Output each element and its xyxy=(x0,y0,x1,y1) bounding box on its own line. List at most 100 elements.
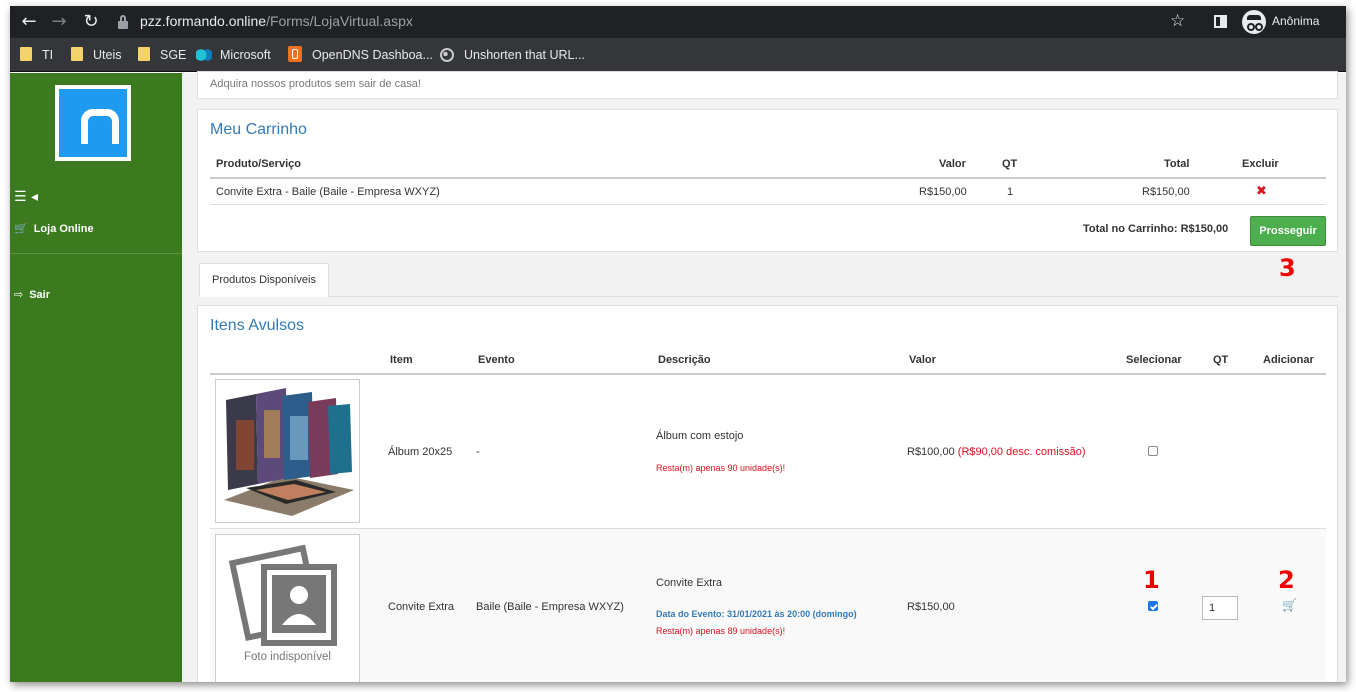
menu-collapse-icon[interactable]: ☰ ◂ xyxy=(14,189,38,205)
item-value: R$150,00 xyxy=(907,601,955,613)
bookmarks-bar: TI Uteis SGE Microsoft OpenDNS Dashboa..… xyxy=(10,38,1346,72)
item-price: R$100,00 xyxy=(907,446,955,458)
annotation-1: 1 xyxy=(1143,566,1160,594)
url-host: pzz.formando.online xyxy=(140,13,267,29)
cart-row-divider xyxy=(210,204,1326,205)
item-row-highlight xyxy=(210,529,1326,682)
lock-icon xyxy=(118,15,128,29)
item-description: Álbum com estojo xyxy=(656,430,744,442)
sidebar: ☰ ◂ 🛒 Loja Online ⇨ Sair xyxy=(10,73,182,682)
back-arrow-icon[interactable]: ← xyxy=(18,11,40,33)
annotation-2: 2 xyxy=(1278,566,1295,594)
globe-icon xyxy=(440,48,454,62)
browser-window: ← → ↻ pzz.formando.online/Forms/LojaVirt… xyxy=(10,6,1346,682)
forward-arrow-icon[interactable]: → xyxy=(48,11,70,33)
address-bar[interactable]: pzz.formando.online/Forms/LojaVirtual.as… xyxy=(110,9,1210,35)
tagline: Adquira nossos produtos sem sair de casa… xyxy=(210,78,421,90)
bookmark-label: OpenDNS Dashboa... xyxy=(312,48,433,62)
microsoft-icon xyxy=(196,49,212,61)
cart-row-value: R$150,00 xyxy=(919,186,967,198)
cart-total-label: Total no Carrinho: R$150,00 xyxy=(1083,223,1229,235)
tab-produtos-disponiveis[interactable]: Produtos Disponíveis xyxy=(199,263,329,297)
album-photo-image xyxy=(216,380,359,522)
sidebar-item-loja-online[interactable]: 🛒 Loja Online xyxy=(14,222,94,235)
sign-out-icon: ⇨ xyxy=(14,288,24,301)
select-checkbox[interactable] xyxy=(1148,601,1158,611)
incognito-icon[interactable] xyxy=(1242,10,1266,34)
cart-header-divider xyxy=(210,177,1326,179)
cart-panel: Meu Carrinho Produto/Serviço Valor QT To… xyxy=(197,109,1338,252)
items-header-divider xyxy=(210,373,1326,375)
item-name: Convite Extra xyxy=(388,601,455,613)
bookmark-star-icon[interactable]: ☆ xyxy=(1170,11,1185,31)
bookmark-sge[interactable]: SGE xyxy=(138,46,186,64)
bookmark-label: SGE xyxy=(160,48,187,62)
album-thumbnail xyxy=(215,379,360,523)
select-checkbox[interactable] xyxy=(1148,446,1158,456)
reload-icon[interactable]: ↻ xyxy=(80,11,102,33)
items-col-item: Item xyxy=(390,354,413,366)
tab-baseline xyxy=(329,296,1338,297)
items-col-add: Adicionar xyxy=(1263,354,1314,366)
bookmark-unshorten[interactable]: Unshorten that URL... xyxy=(440,46,585,64)
bookmark-label: Uteis xyxy=(93,48,122,62)
item-value: R$100,00 (R$90,00 desc. comissão) xyxy=(907,446,1086,458)
sidebar-item-label: Sair xyxy=(29,289,51,301)
annotation-3: 3 xyxy=(1279,254,1296,282)
items-col-qty: QT xyxy=(1213,354,1229,366)
url-path: /Forms/LojaVirtual.aspx xyxy=(266,13,413,29)
bookmark-ti[interactable]: TI xyxy=(20,46,53,64)
logo-mark-icon xyxy=(59,89,127,157)
cart-row-product: Convite Extra - Baile (Baile - Empresa W… xyxy=(216,186,440,198)
items-panel: Itens Avulsos Item Evento Descrição Valo… xyxy=(197,305,1338,682)
opendns-icon xyxy=(288,46,302,62)
main-content: Adquira nossos produtos sem sair de casa… xyxy=(182,71,1346,682)
proceed-button[interactable]: Prosseguir xyxy=(1250,216,1326,246)
sidebar-item-label: Loja Online xyxy=(33,223,94,235)
item-discount: (R$90,00 desc. comissão) xyxy=(957,446,1086,458)
cart-row-total: R$150,00 xyxy=(1142,186,1190,198)
screenshot-frame: ← → ↻ pzz.formando.online/Forms/LojaVirt… xyxy=(0,0,1356,692)
photo-caption: Foto indisponível xyxy=(244,651,331,663)
header-panel: Adquira nossos produtos sem sair de casa… xyxy=(197,71,1338,99)
item-event: Baile (Baile - Empresa WXYZ) xyxy=(476,601,624,613)
bookmark-opendns[interactable]: OpenDNS Dashboa... xyxy=(288,46,433,64)
item-stock-warning: Resta(m) apenas 89 unidade(s)! xyxy=(656,626,786,636)
items-col-value: Valor xyxy=(909,354,936,366)
folder-icon xyxy=(20,47,32,61)
cart-title: Meu Carrinho xyxy=(210,121,307,138)
bookmark-microsoft[interactable]: Microsoft xyxy=(196,46,271,64)
items-title: Itens Avulsos xyxy=(210,317,304,334)
items-col-event: Evento xyxy=(478,354,515,366)
profile-label[interactable]: Anônima xyxy=(1272,14,1319,28)
url-text: pzz.formando.online/Forms/LojaVirtual.as… xyxy=(140,13,413,29)
item-event: - xyxy=(476,446,480,458)
items-col-select: Selecionar xyxy=(1126,354,1182,366)
browser-toolbar: ← → ↻ pzz.formando.online/Forms/LojaVirt… xyxy=(10,6,1346,38)
cart-col-value: Valor xyxy=(939,158,966,170)
photo-placeholder-thumbnail: Foto indisponível xyxy=(215,534,360,682)
cart-icon: 🛒 xyxy=(14,222,28,235)
cart-row-qty: 1 xyxy=(1007,186,1014,198)
item-description: Convite Extra xyxy=(656,577,723,589)
item-name: Álbum 20x25 xyxy=(388,446,453,458)
remove-item-icon[interactable]: ✖ xyxy=(1256,184,1267,199)
bookmark-label: Microsoft xyxy=(220,48,271,62)
sidebar-divider xyxy=(10,253,182,254)
bookmark-label: TI xyxy=(42,48,54,62)
quantity-input[interactable]: 1 xyxy=(1202,596,1238,620)
bookmark-uteis[interactable]: Uteis xyxy=(71,46,121,64)
sidebar-item-sair[interactable]: ⇨ Sair xyxy=(14,288,50,301)
bookmark-label: Unshorten that URL... xyxy=(464,48,585,62)
event-date: Data do Evento: 31/01/2021 às 20:00 (dom… xyxy=(656,609,857,619)
cart-col-qty: QT xyxy=(1002,158,1018,170)
side-panel-icon[interactable] xyxy=(1214,15,1227,28)
cart-col-remove: Excluir xyxy=(1242,158,1279,170)
cart-col-total: Total xyxy=(1164,158,1190,170)
add-to-cart-icon[interactable]: 🛒 xyxy=(1282,598,1297,612)
cart-col-product: Produto/Serviço xyxy=(216,158,301,170)
folder-icon xyxy=(138,47,150,61)
item-stock-warning: Resta(m) apenas 90 unidade(s)! xyxy=(656,463,786,473)
logo[interactable] xyxy=(55,85,131,161)
folder-icon xyxy=(71,47,83,61)
